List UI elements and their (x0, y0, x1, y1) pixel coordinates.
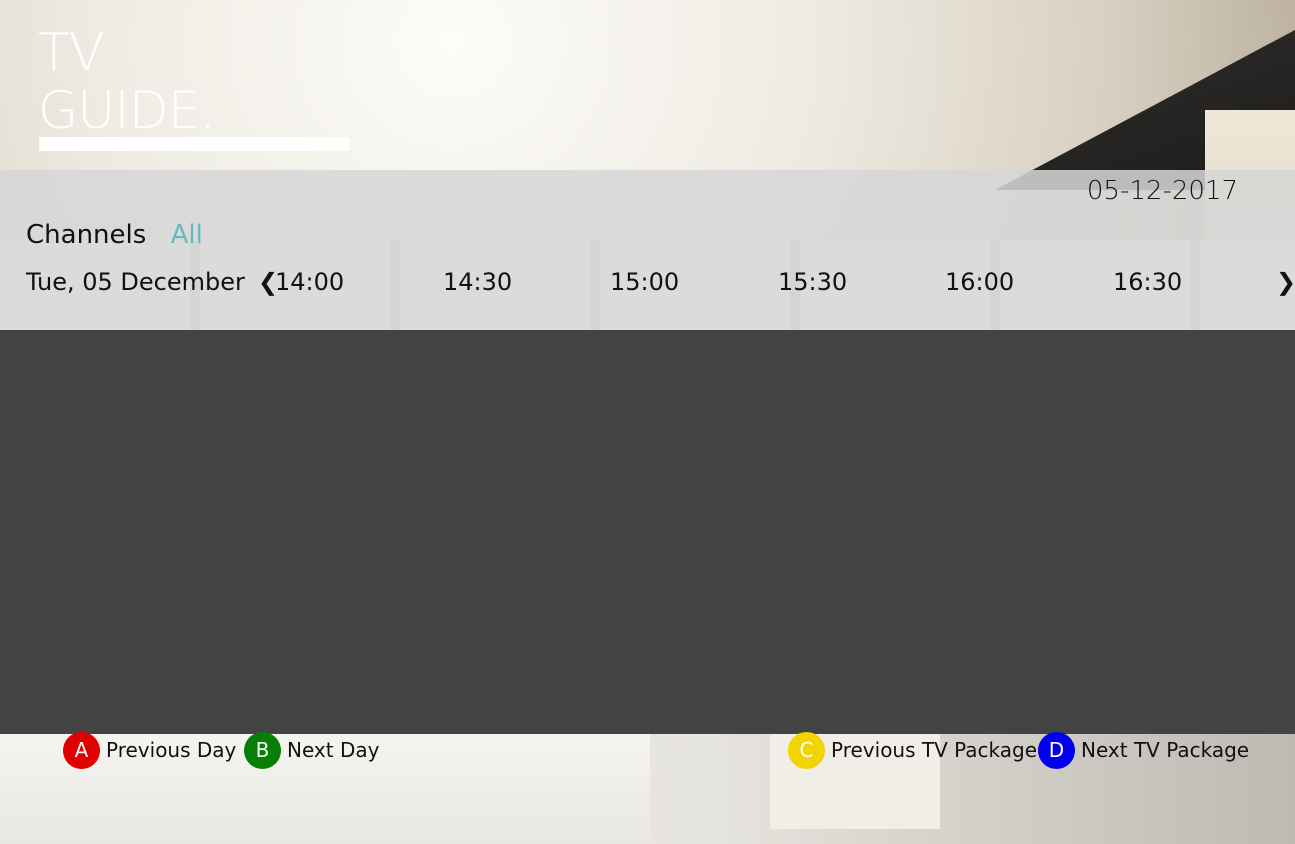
channels-filter-all[interactable]: All (171, 220, 203, 250)
timeline-day: Tue, 05 December (26, 268, 245, 296)
key-c-icon: C (788, 731, 825, 769)
next-tv-package-label: Next TV Package (1081, 738, 1250, 762)
previous-tv-package-label: Previous TV Package (831, 738, 1038, 762)
channels-filter-row: Channels All (26, 220, 203, 250)
page-title: TV GUIDE. (38, 23, 216, 141)
page-title-line2: GUIDE. (38, 81, 216, 141)
timeline-header: Tue, 05 December ❮ 14:00 14:30 15:00 15:… (26, 268, 1295, 304)
time-slot: 14:30 (443, 268, 513, 296)
channels-label: Channels (26, 220, 147, 250)
time-slot: 15:30 (778, 268, 848, 296)
key-a-icon: A (63, 731, 100, 769)
next-day-button[interactable]: B Next Day (244, 731, 379, 769)
time-slot: 16:30 (1113, 268, 1183, 296)
previous-day-button[interactable]: A Previous Day (63, 731, 236, 769)
key-b-icon: B (244, 731, 281, 769)
program-grid[interactable] (0, 330, 1295, 734)
next-tv-package-button[interactable]: D Next TV Package (1038, 731, 1249, 769)
time-slot: 16:00 (945, 268, 1015, 296)
time-slot: 14:00 (275, 268, 345, 296)
time-slot: 15:00 (610, 268, 680, 296)
previous-tv-package-button[interactable]: C Previous TV Package (788, 731, 1037, 769)
next-day-label: Next Day (287, 738, 380, 762)
key-d-icon: D (1038, 731, 1075, 769)
chevron-right-icon[interactable]: ❯ (1276, 268, 1295, 296)
page-title-line1: TV (38, 23, 104, 83)
current-date: 05-12-2017 (1086, 176, 1238, 206)
title-underline (39, 137, 350, 151)
previous-day-label: Previous Day (106, 738, 237, 762)
